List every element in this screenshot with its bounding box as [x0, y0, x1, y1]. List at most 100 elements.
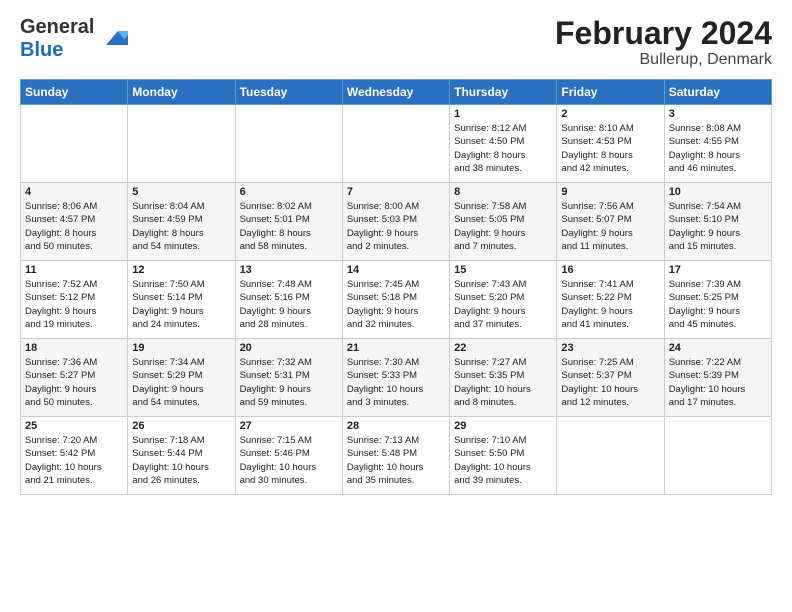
calendar-cell: 21Sunrise: 7:30 AM Sunset: 5:33 PM Dayli… [342, 339, 449, 417]
calendar-cell: 29 Sunrise: 7:10 AM Sunset: 5:50 PM Dayli… [450, 417, 557, 495]
day-number: 19 [132, 342, 230, 354]
day-info: Sunrise: 7:34 AM Sunset: 5:29 PM Dayligh… [132, 356, 230, 409]
day-number: 14 [347, 264, 445, 276]
calendar-cell [557, 417, 664, 495]
calendar-cell: 28 Sunrise: 7:13 AM Sunset: 5:48 PM Dayli… [342, 417, 449, 495]
header-row: SundayMondayTuesdayWednesdayThursdayFrid… [21, 80, 772, 105]
calendar-cell: 8 Sunrise: 7:58 AM Sunset: 5:05 PM Daylig… [450, 183, 557, 261]
weekday-header: Friday [557, 80, 664, 105]
day-number: 21 [347, 342, 445, 354]
day-info: Sunrise: 7:20 AM Sunset: 5:42 PM Dayligh… [25, 434, 123, 487]
day-info: Sunrise: 7:48 AM Sunset: 5:16 PM Dayligh… [240, 278, 338, 331]
day-number: 24 [669, 342, 767, 354]
day-number: 8 [454, 186, 552, 198]
day-number: 25 [25, 420, 123, 432]
calendar-cell: 18 Sunrise: 7:36 AM Sunset: 5:27 PM Dayli… [21, 339, 128, 417]
day-number: 4 [25, 186, 123, 198]
calendar-cell [664, 417, 771, 495]
calendar-week-row: 18 Sunrise: 7:36 AM Sunset: 5:27 PM Dayli… [21, 339, 772, 417]
calendar-cell: 19 Sunrise: 7:34 AM Sunset: 5:29 PM Dayli… [128, 339, 235, 417]
calendar-cell: 20 Sunrise: 7:32 AM Sunset: 5:31 PM Dayli… [235, 339, 342, 417]
logo: General Blue [20, 16, 130, 62]
weekday-header: Wednesday [342, 80, 449, 105]
day-info: Sunrise: 7:50 AM Sunset: 5:14 PM Dayligh… [132, 278, 230, 331]
day-number: 6 [240, 186, 338, 198]
day-info: Sunrise: 7:39 AM Sunset: 5:25 PM Dayligh… [669, 278, 767, 331]
day-info: Sunrise: 8:00 AM Sunset: 5:03 PM Dayligh… [347, 200, 445, 253]
calendar-week-row: 11Sunrise: 7:52 AM Sunset: 5:12 PM Dayli… [21, 261, 772, 339]
day-info: Sunrise: 7:36 AM Sunset: 5:27 PM Dayligh… [25, 356, 123, 409]
day-info: Sunrise: 7:54 AM Sunset: 5:10 PM Dayligh… [669, 200, 767, 253]
calendar-cell: 10 Sunrise: 7:54 AM Sunset: 5:10 PM Dayli… [664, 183, 771, 261]
day-number: 2 [561, 108, 659, 120]
page-subtitle: Bullerup, Denmark [555, 51, 772, 69]
day-info: Sunrise: 7:13 AM Sunset: 5:48 PM Dayligh… [347, 434, 445, 487]
day-number: 18 [25, 342, 123, 354]
day-number: 17 [669, 264, 767, 276]
calendar-body: 1 Sunrise: 8:12 AM Sunset: 4:50 PM Daylig… [21, 105, 772, 495]
calendar-cell: 3Sunrise: 8:08 AM Sunset: 4:55 PM Daylig… [664, 105, 771, 183]
day-info: Sunrise: 7:52 AM Sunset: 5:12 PM Dayligh… [25, 278, 123, 331]
day-number: 26 [132, 420, 230, 432]
day-number: 9 [561, 186, 659, 198]
calendar-cell [235, 105, 342, 183]
day-number: 13 [240, 264, 338, 276]
calendar-cell: 4Sunrise: 8:06 AM Sunset: 4:57 PM Daylig… [21, 183, 128, 261]
calendar-cell: 11Sunrise: 7:52 AM Sunset: 5:12 PM Dayli… [21, 261, 128, 339]
day-info: Sunrise: 7:18 AM Sunset: 5:44 PM Dayligh… [132, 434, 230, 487]
calendar-cell: 9 Sunrise: 7:56 AM Sunset: 5:07 PM Daylig… [557, 183, 664, 261]
calendar-cell: 25 Sunrise: 7:20 AM Sunset: 5:42 PM Dayli… [21, 417, 128, 495]
day-info: Sunrise: 7:41 AM Sunset: 5:22 PM Dayligh… [561, 278, 659, 331]
calendar-cell: 22 Sunrise: 7:27 AM Sunset: 5:35 PM Dayli… [450, 339, 557, 417]
weekday-header: Sunday [21, 80, 128, 105]
day-info: Sunrise: 7:32 AM Sunset: 5:31 PM Dayligh… [240, 356, 338, 409]
weekday-header: Tuesday [235, 80, 342, 105]
logo-line2: Blue [20, 39, 63, 61]
logo-line1: General [20, 16, 94, 38]
calendar-header: SundayMondayTuesdayWednesdayThursdayFrid… [21, 80, 772, 105]
day-info: Sunrise: 7:25 AM Sunset: 5:37 PM Dayligh… [561, 356, 659, 409]
day-info: Sunrise: 7:27 AM Sunset: 5:35 PM Dayligh… [454, 356, 552, 409]
weekday-header: Monday [128, 80, 235, 105]
calendar-week-row: 1 Sunrise: 8:12 AM Sunset: 4:50 PM Daylig… [21, 105, 772, 183]
day-number: 15 [454, 264, 552, 276]
weekday-header: Thursday [450, 80, 557, 105]
day-info: Sunrise: 7:15 AM Sunset: 5:46 PM Dayligh… [240, 434, 338, 487]
day-info: Sunrise: 7:43 AM Sunset: 5:20 PM Dayligh… [454, 278, 552, 331]
day-number: 1 [454, 108, 552, 120]
calendar-cell: 23 Sunrise: 7:25 AM Sunset: 5:37 PM Dayli… [557, 339, 664, 417]
calendar-week-row: 25 Sunrise: 7:20 AM Sunset: 5:42 PM Dayli… [21, 417, 772, 495]
day-info: Sunrise: 8:10 AM Sunset: 4:53 PM Dayligh… [561, 122, 659, 175]
title-block: February 2024 Bullerup, Denmark [555, 16, 772, 69]
day-number: 28 [347, 420, 445, 432]
calendar-table: SundayMondayTuesdayWednesdayThursdayFrid… [20, 79, 772, 495]
day-info: Sunrise: 7:56 AM Sunset: 5:07 PM Dayligh… [561, 200, 659, 253]
day-info: Sunrise: 7:58 AM Sunset: 5:05 PM Dayligh… [454, 200, 552, 253]
page: General Blue February 2024 Bullerup, Den… [0, 0, 792, 505]
calendar-cell: 6Sunrise: 8:02 AM Sunset: 5:01 PM Daylig… [235, 183, 342, 261]
day-number: 12 [132, 264, 230, 276]
logo-icon [98, 21, 130, 53]
day-info: Sunrise: 7:45 AM Sunset: 5:18 PM Dayligh… [347, 278, 445, 331]
day-number: 20 [240, 342, 338, 354]
day-number: 10 [669, 186, 767, 198]
calendar-cell: 1 Sunrise: 8:12 AM Sunset: 4:50 PM Daylig… [450, 105, 557, 183]
calendar-cell [342, 105, 449, 183]
calendar-cell [128, 105, 235, 183]
day-number: 22 [454, 342, 552, 354]
day-number: 7 [347, 186, 445, 198]
calendar-week-row: 4Sunrise: 8:06 AM Sunset: 4:57 PM Daylig… [21, 183, 772, 261]
day-number: 3 [669, 108, 767, 120]
day-number: 29 [454, 420, 552, 432]
calendar-cell: 26 Sunrise: 7:18 AM Sunset: 5:44 PM Dayli… [128, 417, 235, 495]
day-number: 27 [240, 420, 338, 432]
day-number: 5 [132, 186, 230, 198]
calendar-cell: 2 Sunrise: 8:10 AM Sunset: 4:53 PM Daylig… [557, 105, 664, 183]
calendar-cell: 7 Sunrise: 8:00 AM Sunset: 5:03 PM Daylig… [342, 183, 449, 261]
weekday-header: Saturday [664, 80, 771, 105]
day-number: 16 [561, 264, 659, 276]
header: General Blue February 2024 Bullerup, Den… [20, 16, 772, 69]
day-info: Sunrise: 7:10 AM Sunset: 5:50 PM Dayligh… [454, 434, 552, 487]
day-info: Sunrise: 8:12 AM Sunset: 4:50 PM Dayligh… [454, 122, 552, 175]
day-number: 23 [561, 342, 659, 354]
